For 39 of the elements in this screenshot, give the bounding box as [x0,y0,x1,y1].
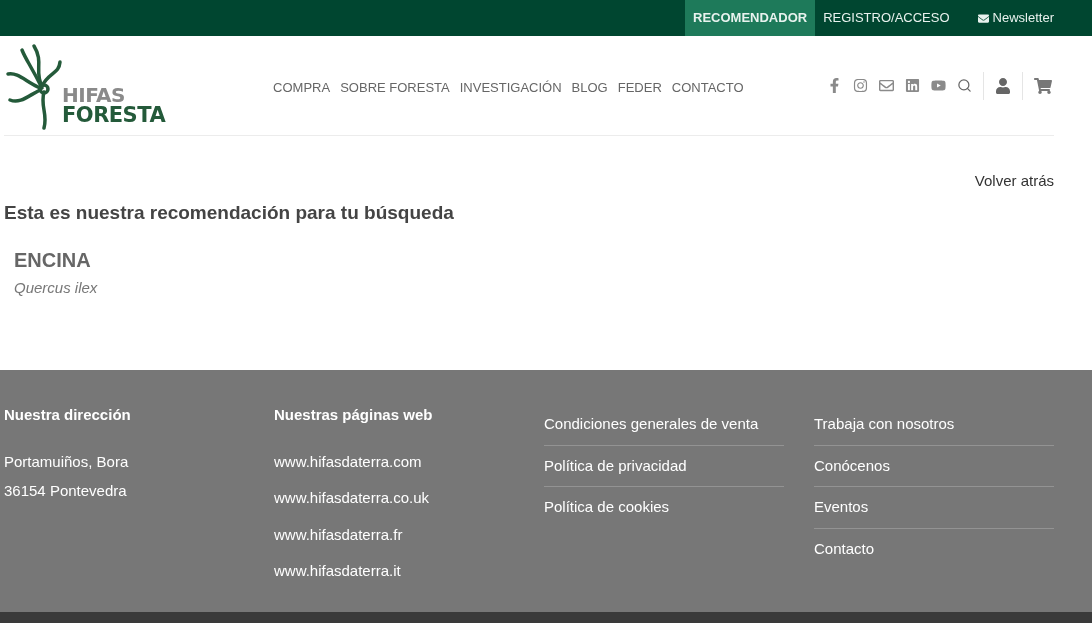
mail-icon [977,12,989,24]
footer-link[interactable]: www.hifasdaterra.it [274,560,514,583]
footer-link[interactable]: Contacto [814,528,1054,569]
mail-icon[interactable] [879,78,894,93]
search-icon[interactable] [957,78,972,93]
page-heading: Esta es nuestra recomendación para tu búsqueda [4,200,454,225]
newsletter-link[interactable]: Newsletter [957,0,1062,36]
nav-link[interactable]: FEDER [617,77,662,98]
footer-link[interactable]: Política de cookies [544,487,784,528]
facebook-icon[interactable] [827,78,842,93]
back-link[interactable]: Volver atrás [974,170,1054,193]
logo-text: HIFAS [62,84,125,105]
footer-link[interactable]: Condiciones generales de venta [544,404,784,446]
user-icon[interactable] [995,77,1011,94]
address-line: 36154 Pontevedra [4,481,128,501]
nav-link[interactable]: BLOG [571,77,608,98]
footer-heading: Nuestras páginas web [274,405,434,425]
footer-link[interactable]: Trabaja con nosotros [814,404,1054,446]
instagram-icon[interactable] [853,78,868,93]
nav-link[interactable]: SOBRE FORESTA [340,77,450,98]
nav-link[interactable]: CONTACTO [671,77,744,98]
cart-icon[interactable] [1034,76,1052,95]
footer-link[interactable]: www.hifasdaterra.com [274,450,514,473]
species-latin-name: Quercus ilex [14,278,98,298]
footer-link[interactable]: www.hifasdaterra.co.uk [274,487,514,510]
top-bar-link[interactable]: RECOMENDADOR [685,0,816,36]
species-name: ENCINA [14,248,91,273]
linkedin-icon[interactable] [905,78,920,93]
footer-link[interactable]: Eventos [814,487,1054,529]
nav-link[interactable]: COMPRA [273,77,331,98]
footer-link[interactable]: www.hifasdaterra.fr [274,523,514,546]
address-line: Portamuiños, Bora [4,451,130,472]
logo-text: FORESTA [62,104,166,126]
nav-link[interactable]: INVESTIGACIÓN [459,77,562,98]
footer-link[interactable]: Conócenos [814,445,1054,487]
footer-heading: Nuestra dirección [4,405,132,425]
youtube-icon[interactable] [931,78,946,93]
top-bar-link[interactable]: REGISTRO/ACCESO [815,0,958,36]
footer-link[interactable]: Política de privacidad [544,445,784,487]
